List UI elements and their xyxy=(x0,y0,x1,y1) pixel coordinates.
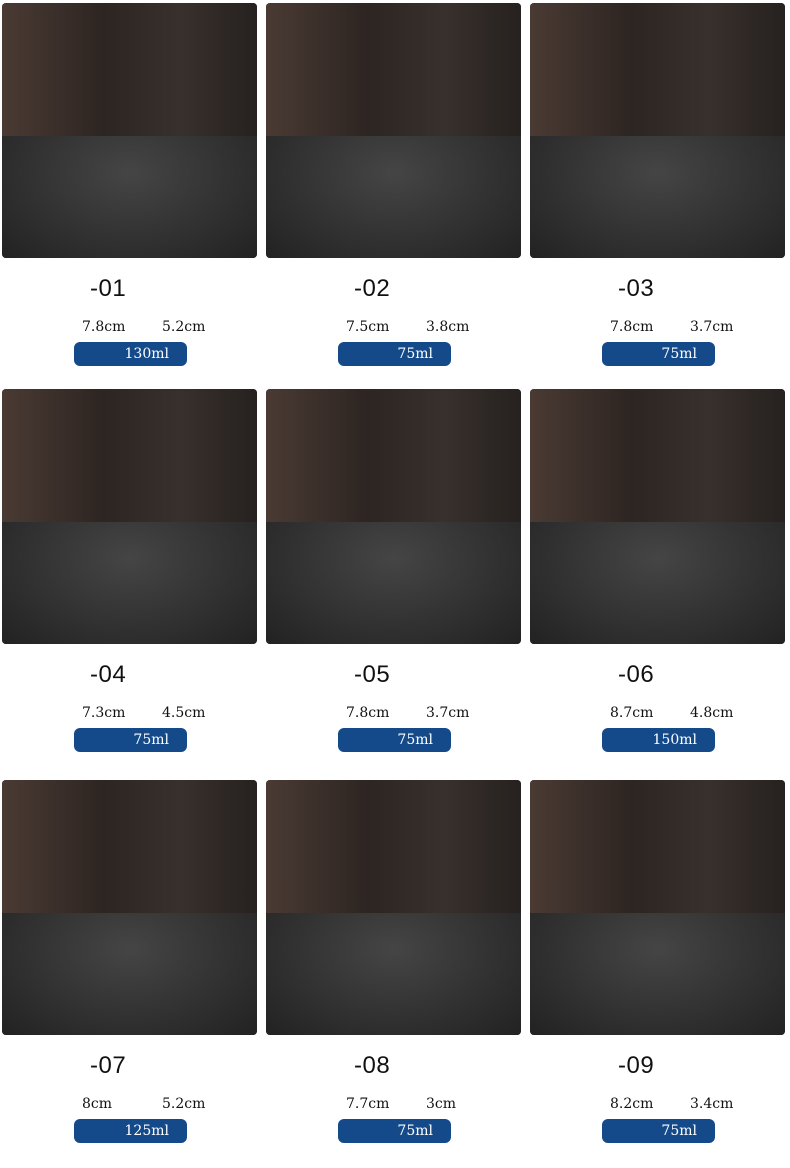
diameter-value: 7.5cm xyxy=(346,319,390,335)
product-dimensions: 7.7cm 3cm xyxy=(266,1096,521,1116)
product-dimensions: 8.7cm 4.8cm xyxy=(530,705,785,725)
background-table xyxy=(2,912,257,1035)
height-value: 5.2cm xyxy=(162,1096,206,1112)
volume-badge: 75ml xyxy=(74,728,187,752)
product-dimensions: 7.3cm 4.5cm xyxy=(2,705,257,725)
background-table xyxy=(266,912,521,1035)
volume-badge: 75ml xyxy=(338,728,451,752)
product-number: -02 xyxy=(354,275,391,302)
background-table xyxy=(2,135,257,258)
product-dimensions: 7.5cm 3.8cm xyxy=(266,319,521,339)
product-grid: -01 7.8cm 5.2cm 130ml -02 7.5cm 3.8cm 75… xyxy=(0,0,790,1168)
height-value: 3.7cm xyxy=(426,705,470,721)
height-value: 3.8cm xyxy=(426,319,470,335)
background-table xyxy=(530,912,785,1035)
height-value: 5.2cm xyxy=(162,319,206,335)
product-photo[interactable] xyxy=(530,780,785,1035)
diameter-value: 8cm xyxy=(82,1096,113,1112)
product-number: -07 xyxy=(90,1052,127,1079)
product-dimensions: 8.2cm 3.4cm xyxy=(530,1096,785,1116)
background-wall xyxy=(530,780,785,928)
background-wall xyxy=(266,389,521,537)
background-table xyxy=(530,521,785,644)
product-photo[interactable] xyxy=(2,780,257,1035)
product-card-3[interactable]: -03 7.8cm 3.7cm 75ml xyxy=(530,3,785,388)
diameter-value: 7.8cm xyxy=(610,319,654,335)
background-wall xyxy=(2,780,257,928)
product-card-6[interactable]: -06 8.7cm 4.8cm 150ml xyxy=(530,389,785,774)
product-number: -09 xyxy=(618,1052,655,1079)
volume-badge: 75ml xyxy=(602,342,715,366)
product-photo[interactable] xyxy=(530,3,785,258)
product-dimensions: 8cm 5.2cm xyxy=(2,1096,257,1116)
volume-badge: 150ml xyxy=(602,728,715,752)
product-photo[interactable] xyxy=(2,389,257,644)
diameter-value: 7.3cm xyxy=(82,705,126,721)
product-card-7[interactable]: -07 8cm 5.2cm 125ml xyxy=(2,780,257,1165)
volume-badge: 125ml xyxy=(74,1119,187,1143)
product-card-9[interactable]: -09 8.2cm 3.4cm 75ml xyxy=(530,780,785,1165)
product-number: -05 xyxy=(354,661,391,688)
product-number: -08 xyxy=(354,1052,391,1079)
background-wall xyxy=(2,3,257,151)
product-card-2[interactable]: -02 7.5cm 3.8cm 75ml xyxy=(266,3,521,388)
volume-badge: 130ml xyxy=(74,342,187,366)
product-dimensions: 7.8cm 5.2cm xyxy=(2,319,257,339)
diameter-value: 8.7cm xyxy=(610,705,654,721)
product-dimensions: 7.8cm 3.7cm xyxy=(266,705,521,725)
height-value: 3.7cm xyxy=(690,319,734,335)
background-table xyxy=(2,521,257,644)
product-photo[interactable] xyxy=(266,780,521,1035)
background-table xyxy=(266,521,521,644)
product-number: -06 xyxy=(618,661,655,688)
product-card-1[interactable]: -01 7.8cm 5.2cm 130ml xyxy=(2,3,257,388)
diameter-value: 8.2cm xyxy=(610,1096,654,1112)
height-value: 3cm xyxy=(426,1096,457,1112)
product-card-8[interactable]: -08 7.7cm 3cm 75ml xyxy=(266,780,521,1165)
volume-badge: 75ml xyxy=(338,342,451,366)
volume-badge: 75ml xyxy=(602,1119,715,1143)
volume-badge: 75ml xyxy=(338,1119,451,1143)
background-table xyxy=(530,135,785,258)
product-photo[interactable] xyxy=(2,3,257,258)
product-photo[interactable] xyxy=(266,389,521,644)
product-card-4[interactable]: -04 7.3cm 4.5cm 75ml xyxy=(2,389,257,774)
background-wall xyxy=(266,780,521,928)
diameter-value: 7.8cm xyxy=(82,319,126,335)
background-wall xyxy=(2,389,257,537)
product-number: -04 xyxy=(90,661,127,688)
product-number: -01 xyxy=(90,275,127,302)
height-value: 4.8cm xyxy=(690,705,734,721)
product-number: -03 xyxy=(618,275,655,302)
diameter-value: 7.8cm xyxy=(346,705,390,721)
background-wall xyxy=(530,3,785,151)
diameter-value: 7.7cm xyxy=(346,1096,390,1112)
height-value: 3.4cm xyxy=(690,1096,734,1112)
product-photo[interactable] xyxy=(266,3,521,258)
product-photo[interactable] xyxy=(530,389,785,644)
height-value: 4.5cm xyxy=(162,705,206,721)
product-card-5[interactable]: -05 7.8cm 3.7cm 75ml xyxy=(266,389,521,774)
background-wall xyxy=(266,3,521,151)
background-table xyxy=(266,135,521,258)
background-wall xyxy=(530,389,785,537)
product-dimensions: 7.8cm 3.7cm xyxy=(530,319,785,339)
